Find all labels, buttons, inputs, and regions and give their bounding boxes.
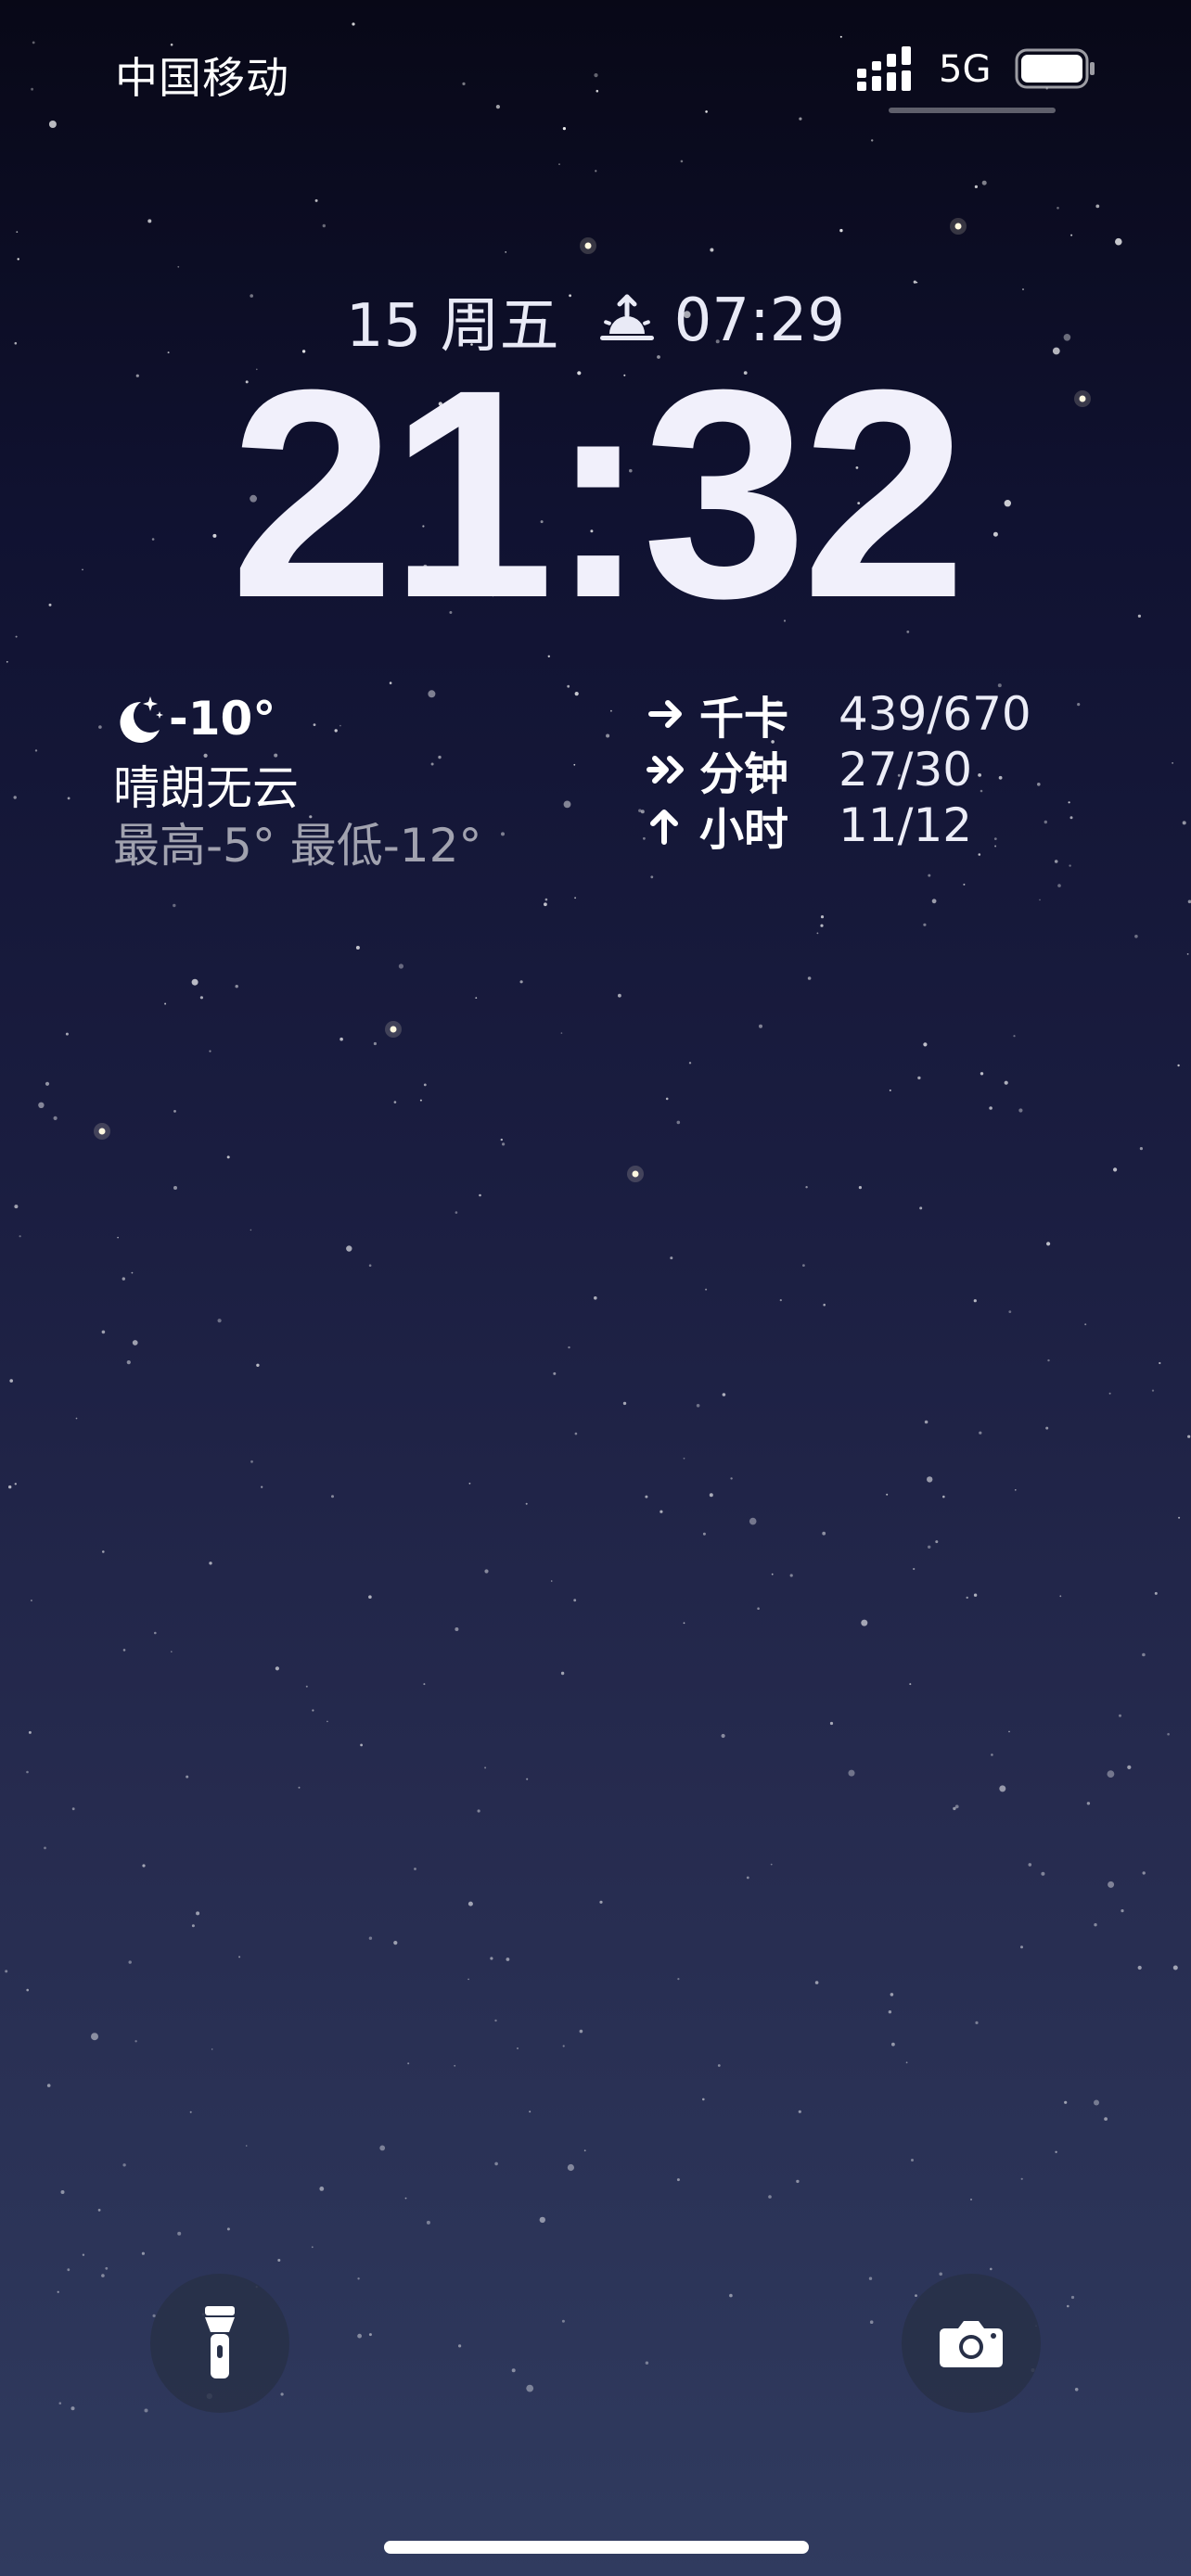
arrow-right-icon <box>648 700 682 728</box>
flashlight-icon <box>205 2306 235 2378</box>
activity-row-exercise: 分钟 27/30 <box>646 742 1091 800</box>
battery-full-icon <box>1015 48 1095 89</box>
flashlight-button[interactable] <box>150 2274 289 2413</box>
home-indicator[interactable] <box>384 2541 809 2554</box>
weather-widget[interactable]: -10° 晴朗无云 最高-5° 最低-12° <box>113 686 596 873</box>
moon-stars-icon <box>120 696 163 743</box>
carrier-name: 中国移动 <box>115 53 289 103</box>
camera-icon <box>940 2321 1003 2367</box>
network-type: 5G <box>939 48 992 91</box>
status-indicator-bar <box>889 108 1056 113</box>
signal-bars-icon <box>857 46 911 91</box>
double-arrow-right-icon <box>647 756 684 784</box>
weather-condition: 晴朗无云 <box>113 761 299 815</box>
activity-value: 11/12 <box>839 798 973 852</box>
activity-widget[interactable]: 千卡 439/670 分钟 27/30 小时 11/12 <box>646 686 1091 856</box>
status-bar: 中国移动 5G <box>0 0 1191 148</box>
activity-value: 27/30 <box>839 743 973 797</box>
lock-screen-clock[interactable]: 21:32 <box>0 345 1191 642</box>
activity-value: 439/670 <box>839 687 1031 741</box>
activity-row-stand: 小时 11/12 <box>646 797 1091 856</box>
activity-label: 小时 <box>699 804 789 856</box>
weather-temperature: -10° <box>169 692 276 746</box>
weather-high-low: 最高-5° 最低-12° <box>113 819 482 873</box>
activity-row-move: 千卡 439/670 <box>646 686 1091 745</box>
arrow-up-icon <box>650 810 678 845</box>
camera-button[interactable] <box>902 2274 1041 2413</box>
